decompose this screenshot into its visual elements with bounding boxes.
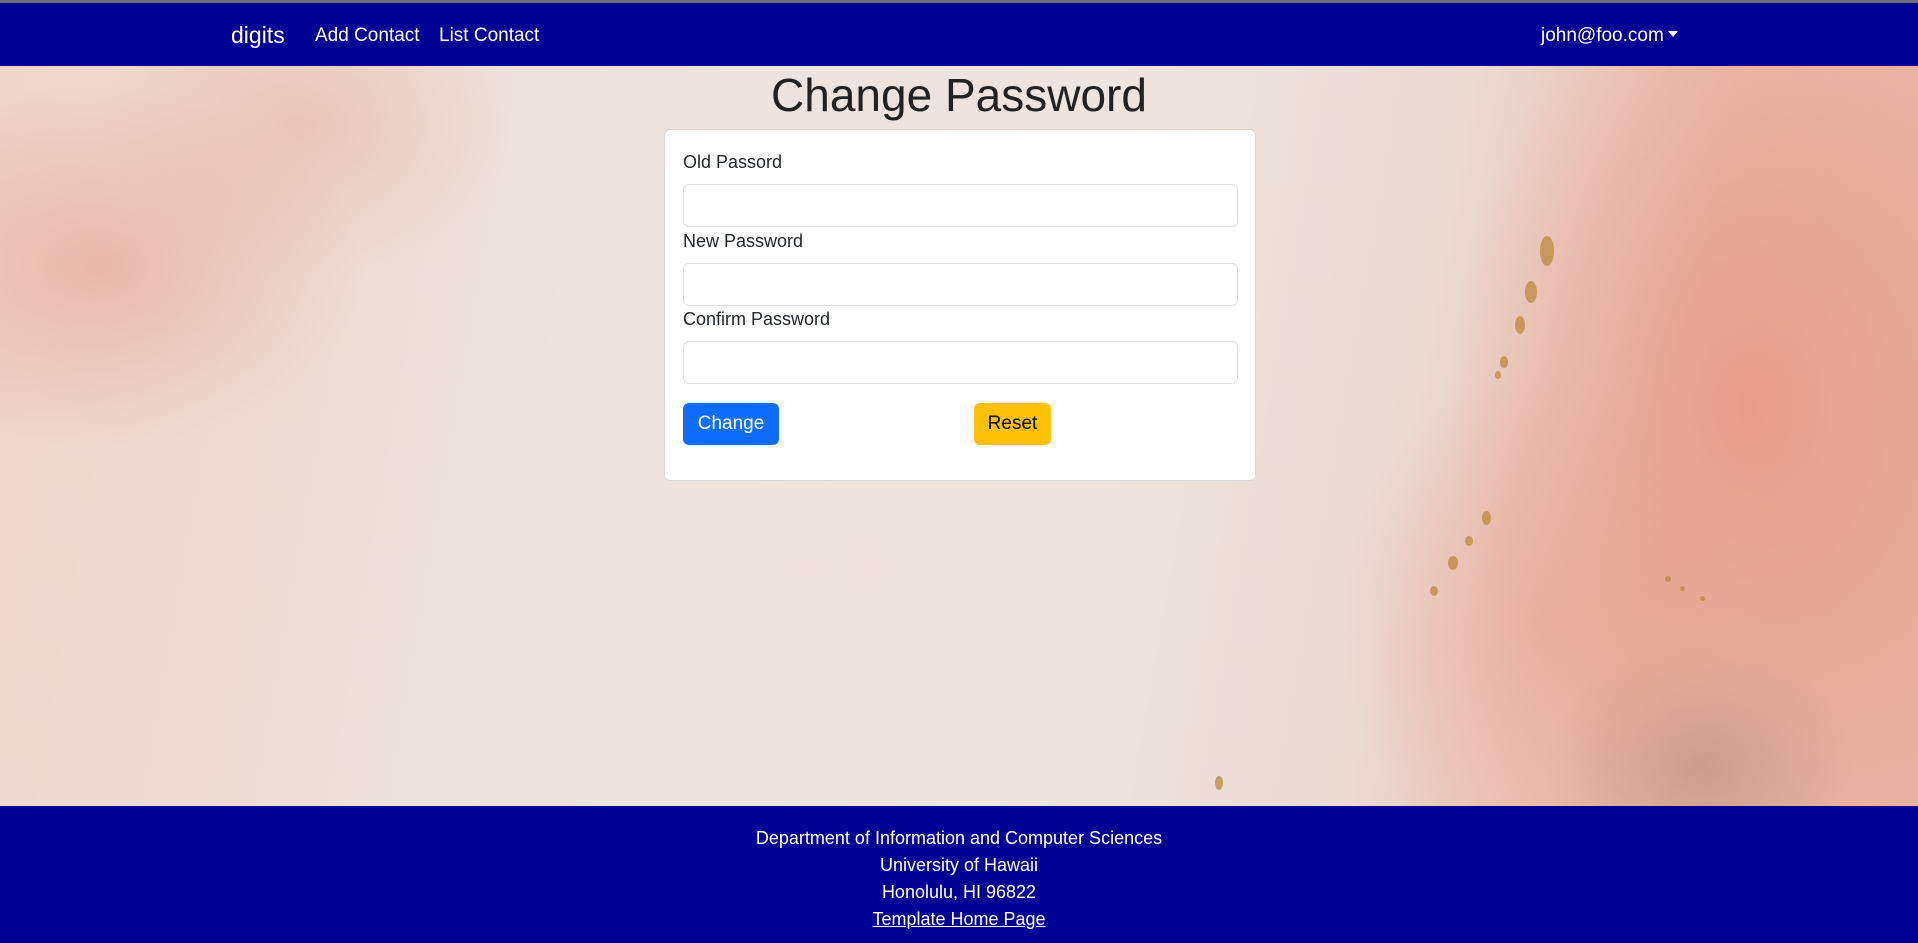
footer-address: Honolulu, HI 96822: [881, 882, 1037, 902]
footer-university: University of Hawaii: [879, 855, 1039, 875]
chevron-down-icon: [1667, 31, 1678, 37]
brand-link[interactable]: digits: [231, 22, 285, 49]
footer: Department of Information and Computer S…: [0, 806, 1918, 943]
new-password-input[interactable]: [683, 263, 1238, 306]
nav-list-contact[interactable]: List Contact: [439, 25, 539, 47]
nav-add-contact[interactable]: Add Contact: [315, 25, 420, 47]
footer-department: Department of Information and Computer S…: [755, 828, 1163, 848]
confirm-password-input[interactable]: [683, 341, 1238, 384]
navbar: digits Add Contact List Contact john@foo…: [0, 3, 1918, 66]
page-title: Change Password: [771, 69, 1147, 121]
new-password-label: New Password: [683, 231, 804, 251]
reset-button[interactable]: Reset: [974, 403, 1051, 445]
old-password-label: Old Passord: [683, 152, 783, 172]
old-password-input[interactable]: [683, 184, 1238, 227]
user-dropdown[interactable]: john@foo.com: [1541, 25, 1678, 47]
template-home-link[interactable]: Template Home Page: [872, 909, 1045, 929]
change-button[interactable]: Change: [683, 403, 779, 445]
change-password-form: Old Passord New Password Confirm Passwor…: [664, 129, 1256, 481]
confirm-password-label: Confirm Password: [683, 309, 831, 329]
user-email: john@foo.com: [1541, 25, 1664, 46]
